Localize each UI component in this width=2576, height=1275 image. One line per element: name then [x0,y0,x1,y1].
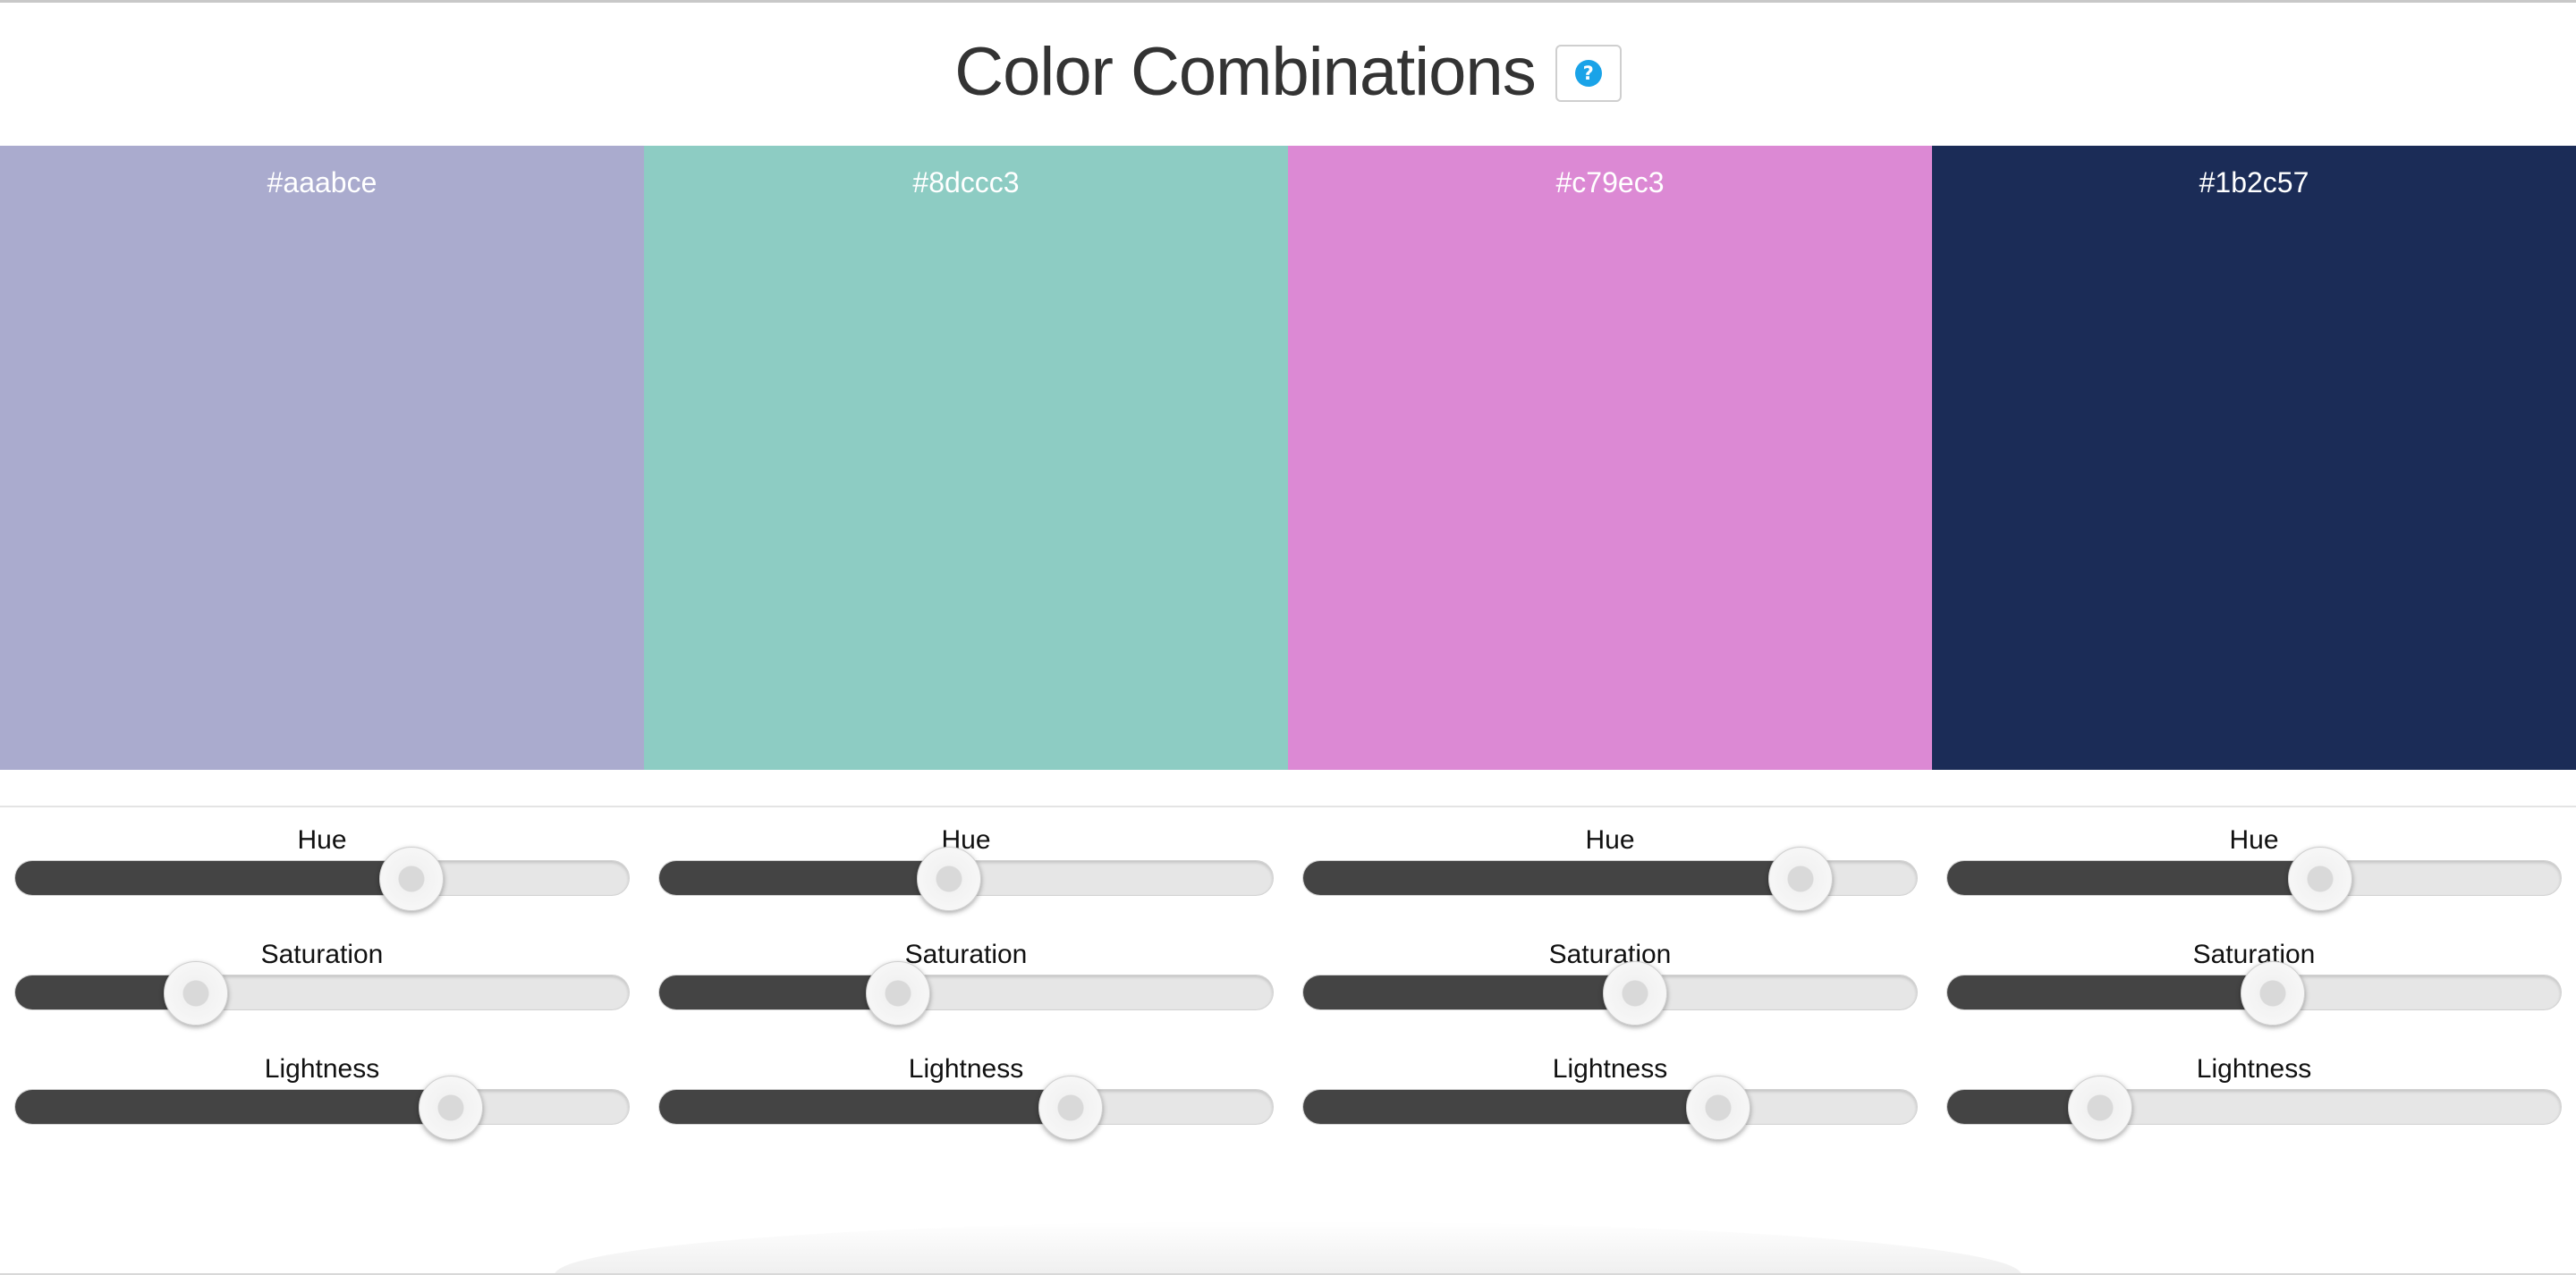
lightness-label: Lightness [908,1054,1024,1084]
lightness-slider-thumb[interactable] [419,1076,484,1140]
hue-slider-fill [1947,861,2321,895]
hue-slider-thumb[interactable] [2287,847,2352,911]
swatch-1[interactable]: #aaabce [0,146,644,770]
hue-slider-fill [659,861,951,895]
hue-label: Hue [297,825,347,855]
saturation-slider-thumb[interactable] [866,961,931,1026]
hue-slider-thumb[interactable] [1768,847,1834,911]
lightness-label: Lightness [264,1054,380,1084]
swatch-2[interactable]: #8dccc3 [644,146,1288,770]
lightness-slider-track[interactable] [658,1089,1274,1125]
controls-column-4: Hue Saturation Lightness [1932,809,2576,1140]
saturation-label: Saturation [2192,940,2316,969]
lightness-control: Lightness [0,1038,644,1140]
lightness-slider-fill [1303,1090,1720,1124]
hue-slider-track[interactable] [1946,860,2562,896]
lightness-slider-track[interactable] [1302,1089,1918,1125]
swatch-hex-label: #aaabce [267,166,377,198]
slider-controls: Hue Saturation Lightness Hue Saturation [0,809,2576,1140]
swatch-hex-label: #1b2c57 [2199,166,2309,198]
saturation-slider-track[interactable] [14,975,630,1010]
lightness-label: Lightness [2196,1054,2312,1084]
swatch-hex-label: #c79ec3 [1555,166,1665,198]
help-button[interactable]: ? [1555,45,1622,102]
color-swatches: #aaabce #8dccc3 #c79ec3 #1b2c57 [0,146,2576,770]
lightness-slider-fill [15,1090,453,1124]
saturation-label: Saturation [1548,940,1672,969]
saturation-slider-fill [1303,975,1636,1009]
saturation-slider-track[interactable] [658,975,1274,1010]
controls-column-1: Hue Saturation Lightness [0,809,644,1140]
hue-slider-fill [15,861,412,895]
lightness-control: Lightness [1288,1038,1932,1140]
hue-slider-fill [1303,861,1802,895]
saturation-control: Saturation [644,924,1288,1026]
page-title: Color Combinations [954,33,1536,110]
hue-slider-track[interactable] [14,860,630,896]
hue-slider-thumb[interactable] [917,847,982,911]
lightness-control: Lightness [1932,1038,2576,1140]
hue-control: Hue [644,809,1288,911]
saturation-slider-fill [659,975,900,1009]
header: Color Combinations ? [0,3,2576,144]
saturation-slider-thumb[interactable] [163,961,228,1026]
footer-shadow [555,1221,2021,1275]
saturation-slider-thumb[interactable] [2240,961,2305,1026]
lightness-slider-track[interactable] [1946,1089,2562,1125]
lightness-control: Lightness [644,1038,1288,1140]
lightness-slider-track[interactable] [14,1089,630,1125]
saturation-slider-fill [1947,975,2274,1009]
lightness-slider-thumb[interactable] [2068,1076,2132,1140]
swatch-hex-label: #8dccc3 [912,166,1020,198]
lightness-slider-thumb[interactable] [1686,1076,1751,1140]
controls-column-2: Hue Saturation Lightness [644,809,1288,1140]
swatch-3[interactable]: #c79ec3 [1288,146,1932,770]
saturation-control: Saturation [1288,924,1932,1026]
swatch-4[interactable]: #1b2c57 [1932,146,2576,770]
controls-column-3: Hue Saturation Lightness [1288,809,1932,1140]
divider [0,806,2576,807]
hue-label: Hue [2229,825,2279,855]
hue-label: Hue [1585,825,1635,855]
saturation-label: Saturation [260,940,384,969]
saturation-control: Saturation [1932,924,2576,1026]
lightness-slider-thumb[interactable] [1038,1076,1103,1140]
question-circle-icon: ? [1574,60,1602,87]
hue-control: Hue [1288,809,1932,911]
saturation-slider-thumb[interactable] [1602,961,1667,1026]
lightness-label: Lightness [1552,1054,1668,1084]
saturation-label: Saturation [904,940,1028,969]
lightness-slider-fill [659,1090,1072,1124]
hue-control: Hue [0,809,644,911]
hue-slider-thumb[interactable] [378,847,444,911]
saturation-control: Saturation [0,924,644,1026]
hue-control: Hue [1932,809,2576,911]
